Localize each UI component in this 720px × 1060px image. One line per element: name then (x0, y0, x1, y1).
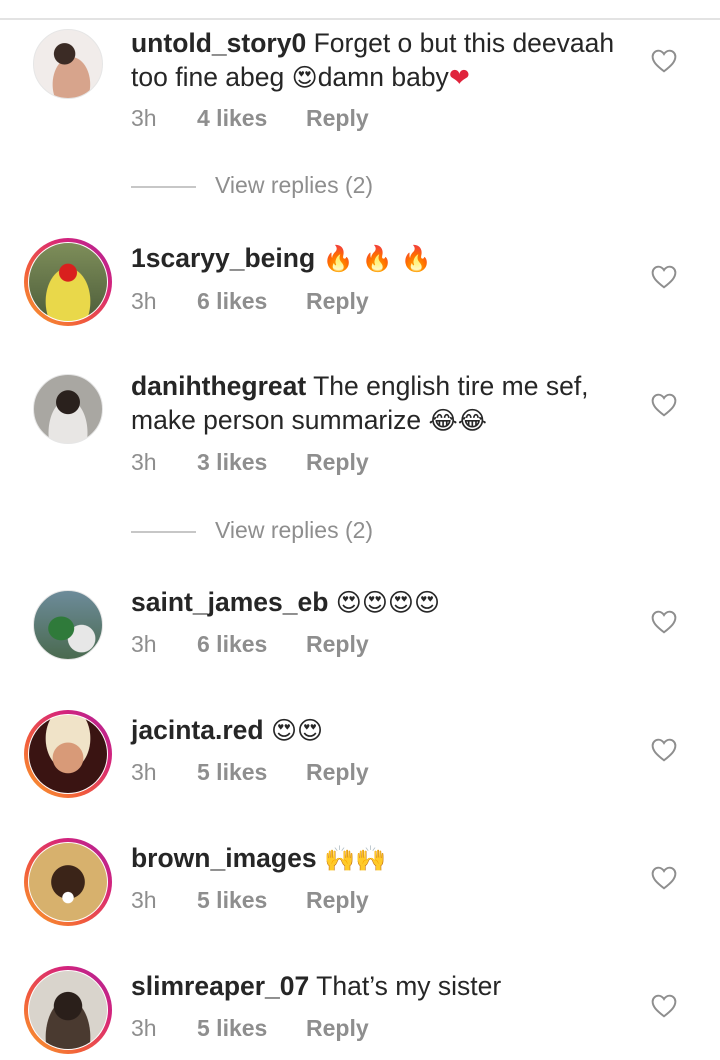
comment-username[interactable]: untold_story0 (131, 28, 306, 58)
reply-button[interactable]: Reply (306, 887, 369, 914)
avatar[interactable] (33, 374, 103, 444)
comment-likes[interactable]: 3 likes (197, 449, 267, 476)
comment-time: 3h (131, 887, 157, 913)
replies-divider-line (131, 531, 196, 533)
comment-meta: 3h 5 likes Reply (131, 759, 369, 786)
reply-button[interactable]: Reply (306, 449, 369, 476)
avatar-story-ring[interactable] (24, 710, 112, 798)
avatar (29, 971, 107, 1049)
reply-button[interactable]: Reply (306, 631, 369, 658)
avatar-story-ring[interactable] (24, 838, 112, 926)
comments-screen: untold_story0 Forget o but this deevaah … (0, 0, 720, 1060)
reply-button[interactable]: Reply (306, 288, 369, 315)
avatar-story-ring[interactable] (24, 966, 112, 1054)
comment-meta: 3h 5 likes Reply (131, 887, 369, 914)
comment-item: saint_james_eb 😍😍😍😍 3h 6 likes Reply (0, 582, 720, 672)
view-replies-button[interactable]: View replies (2) (131, 517, 531, 547)
comment-username[interactable]: brown_images (131, 843, 317, 873)
comment-username[interactable]: saint_james_eb (131, 587, 328, 617)
comment-username[interactable]: jacinta.red (131, 715, 264, 745)
top-divider (0, 18, 720, 20)
raising-hands-emoji: 🙌🙌 (323, 844, 387, 873)
comment-username[interactable]: slimreaper_07 (131, 971, 309, 1001)
fire-emoji: 🔥 🔥 🔥 (322, 244, 432, 273)
comment-item: slimreaper_07 That’s my sister 3h 5 like… (0, 966, 720, 1060)
heart-outline-icon[interactable] (651, 738, 677, 762)
reply-button[interactable]: Reply (306, 759, 369, 786)
comment-time: 3h (131, 105, 157, 131)
heart-outline-icon[interactable] (651, 994, 677, 1018)
avatar (29, 243, 107, 321)
comment-meta: 3h 3 likes Reply (131, 449, 369, 476)
comment-body: slimreaper_07 That’s my sister (131, 969, 621, 1003)
comment-item: brown_images 🙌🙌 3h 5 likes Reply (0, 838, 720, 938)
comment-body: brown_images 🙌🙌 (131, 841, 621, 876)
comment-item: 1scaryy_being 🔥 🔥 🔥 3h 6 likes Reply (0, 238, 720, 338)
comment-username[interactable]: danihthegreat (131, 371, 306, 401)
comment-item: untold_story0 Forget o but this deevaah … (0, 28, 720, 138)
avatar (29, 715, 107, 793)
avatar[interactable] (33, 29, 103, 99)
reply-button[interactable]: Reply (306, 1015, 369, 1042)
comment-username[interactable]: 1scaryy_being (131, 243, 315, 273)
comment-body: 1scaryy_being 🔥 🔥 🔥 (131, 241, 621, 276)
heart-outline-icon[interactable] (651, 393, 677, 417)
comment-body: jacinta.red 😍😍 (131, 713, 621, 748)
laughing-emoji: 😂😂 (428, 406, 487, 435)
comment-body: saint_james_eb 😍😍😍😍 (131, 585, 621, 620)
view-replies-button[interactable]: View replies (2) (131, 172, 531, 202)
comment-time: 3h (131, 1015, 157, 1041)
avatar[interactable] (33, 590, 103, 660)
heart-outline-icon[interactable] (651, 49, 677, 73)
comment-meta: 3h 6 likes Reply (131, 288, 369, 315)
avatar-story-ring[interactable] (24, 238, 112, 326)
comment-time: 3h (131, 449, 157, 475)
comment-body: untold_story0 Forget o but this deevaah … (131, 26, 621, 95)
comment-likes[interactable]: 6 likes (197, 288, 267, 315)
heart-eyes-emoji: 😍😍 (270, 716, 324, 745)
view-replies-label: View replies (2) (215, 172, 374, 198)
comment-time: 3h (131, 288, 157, 314)
comment-time: 3h (131, 631, 157, 657)
comment-meta: 3h 4 likes Reply (131, 105, 369, 132)
heart-outline-icon[interactable] (651, 866, 677, 890)
heart-outline-icon[interactable] (651, 610, 677, 634)
comment-likes[interactable]: 5 likes (197, 1015, 267, 1042)
comment-likes[interactable]: 5 likes (197, 887, 267, 914)
comment-likes[interactable]: 5 likes (197, 759, 267, 786)
comment-text: That’s my sister (316, 971, 502, 1001)
heart-eyes-emoji: 😍😍😍😍 (335, 588, 441, 617)
comment-likes[interactable]: 6 likes (197, 631, 267, 658)
comment-time: 3h (131, 759, 157, 785)
comment-text-2: damn baby (317, 62, 449, 92)
replies-divider-line (131, 186, 196, 188)
comment-meta: 3h 5 likes Reply (131, 1015, 369, 1042)
comment-meta: 3h 6 likes Reply (131, 631, 369, 658)
comment-item: jacinta.red 😍😍 3h 5 likes Reply (0, 710, 720, 810)
reply-button[interactable]: Reply (306, 105, 369, 132)
comment-body: danihthegreat The english tire me sef, m… (131, 369, 621, 438)
heart-outline-icon[interactable] (651, 265, 677, 289)
comment-item: danihthegreat The english tire me sef, m… (0, 366, 720, 476)
comment-likes[interactable]: 4 likes (197, 105, 267, 132)
comment-emoji: 😍 (291, 63, 318, 92)
view-replies-label: View replies (2) (215, 517, 374, 543)
avatar (29, 843, 107, 921)
red-heart-emoji: ❤ (448, 63, 470, 92)
